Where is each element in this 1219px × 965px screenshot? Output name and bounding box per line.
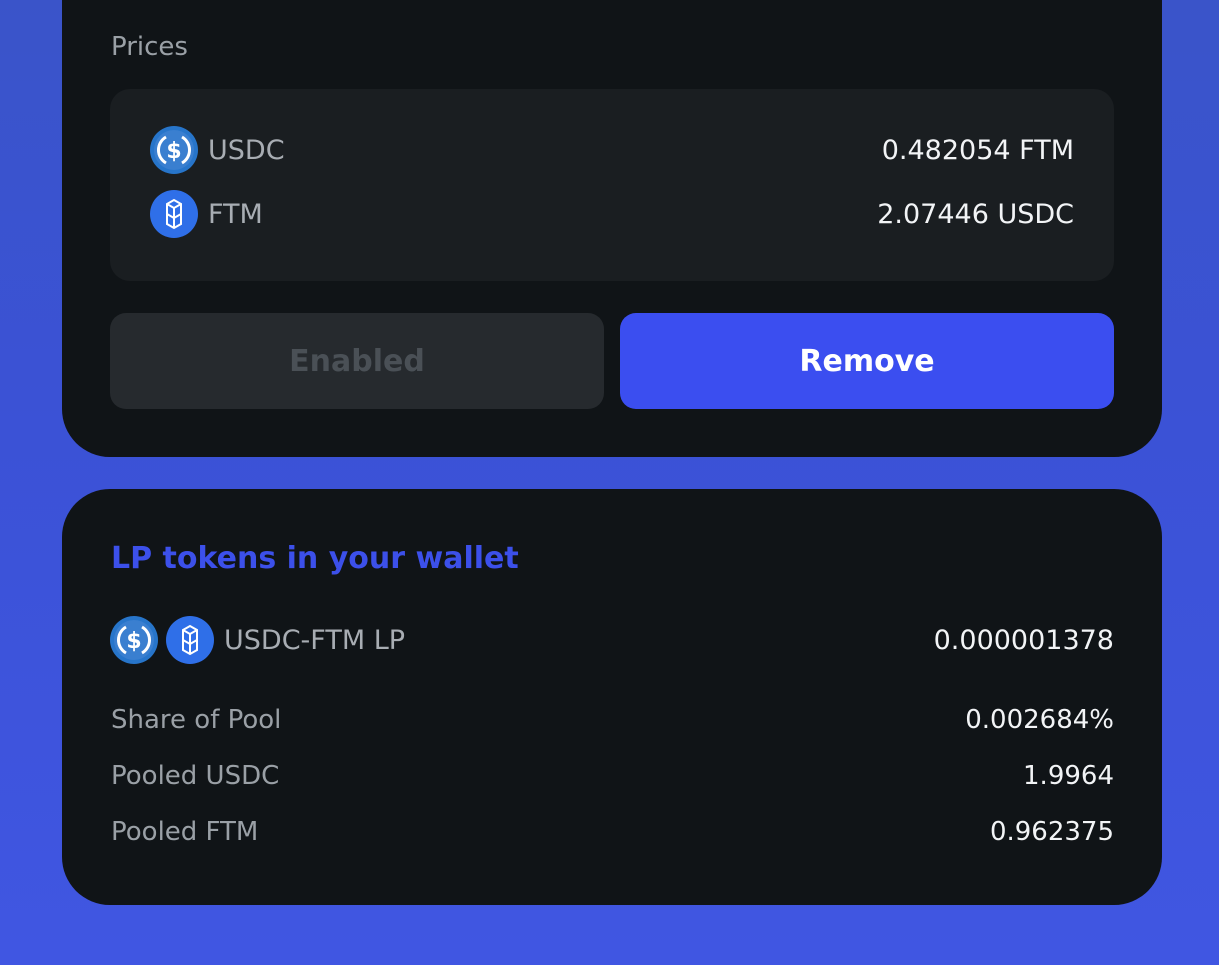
pooled-ftm-row: Pooled FTM 0.962375: [111, 814, 1114, 850]
price-token-name: FTM: [208, 198, 263, 230]
remove-liquidity-card: Prices $ USDC 0.482054 FTM FTM 2.07446 U…: [62, 0, 1162, 457]
prices-box: $ USDC 0.482054 FTM FTM 2.07446 USDC: [110, 89, 1114, 281]
svg-text:$: $: [126, 629, 141, 654]
price-row-usdc: $ USDC 0.482054 FTM: [150, 126, 1074, 174]
stat-label: Share of Pool: [111, 705, 282, 735]
lp-tokens-card: LP tokens in your wallet $ USDC-FTM LP 0…: [62, 489, 1162, 905]
ftm-icon: [166, 616, 214, 664]
price-value: 0.482054 FTM: [881, 134, 1074, 166]
stat-value: 0.002684%: [965, 705, 1114, 735]
stat-value: 0.962375: [989, 817, 1114, 847]
pooled-usdc-row: Pooled USDC 1.9964: [111, 758, 1114, 794]
price-row-ftm: FTM 2.07446 USDC: [150, 190, 1074, 238]
lp-section-title: LP tokens in your wallet: [111, 541, 519, 576]
price-value: 2.07446 USDC: [877, 198, 1074, 230]
enabled-button[interactable]: Enabled: [110, 313, 604, 409]
usdc-icon: $: [110, 616, 158, 664]
lp-pair-name: USDC-FTM LP: [224, 624, 406, 656]
lp-pair-row: $ USDC-FTM LP 0.000001378: [110, 616, 1114, 664]
price-token-name: USDC: [208, 134, 285, 166]
share-of-pool-row: Share of Pool 0.002684%: [111, 702, 1114, 738]
remove-button[interactable]: Remove: [620, 313, 1114, 409]
ftm-icon: [150, 190, 198, 238]
lp-pair-amount: 0.000001378: [933, 624, 1114, 656]
stat-value: 1.9964: [1023, 761, 1114, 791]
stat-label: Pooled USDC: [111, 761, 280, 791]
prices-label: Prices: [111, 32, 188, 62]
usdc-icon: $: [150, 126, 198, 174]
svg-text:$: $: [166, 139, 181, 164]
stat-label: Pooled FTM: [111, 817, 259, 847]
